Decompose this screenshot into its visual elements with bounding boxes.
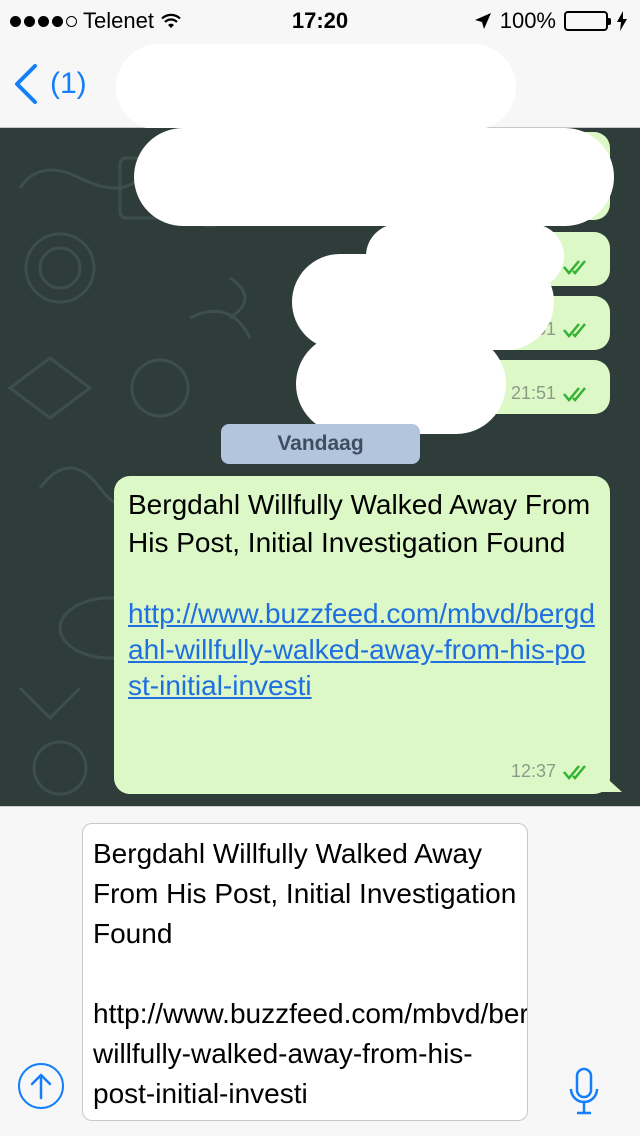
- unread-count: (1): [50, 67, 87, 100]
- double-check-icon: [563, 322, 586, 338]
- double-check-icon: [563, 260, 586, 275]
- message-time: 12:37: [510, 761, 556, 781]
- battery-icon: [564, 11, 611, 31]
- arrow-up-icon: [30, 1073, 52, 1100]
- message-bubble[interactable]: Bergdahl Willfully Walked Away From His …: [114, 476, 622, 794]
- double-check-icon: [563, 764, 586, 780]
- message-meta: 21:51: [511, 383, 594, 404]
- date-separator: Vandaag: [221, 424, 420, 464]
- message-link[interactable]: http://www.buzzfeed.com/mbvd/bergdahl-wi…: [128, 596, 596, 704]
- battery-percent: 100%: [499, 8, 556, 33]
- back-button[interactable]: (1): [14, 64, 87, 104]
- status-right: 100%: [474, 8, 628, 34]
- message-input[interactable]: Bergdahl Willfully Walked Away From His …: [82, 823, 528, 1121]
- share-button[interactable]: [18, 1063, 64, 1109]
- chevron-left-icon: [15, 64, 37, 104]
- message-time: 21:51: [510, 383, 556, 403]
- navigation-bar: (1): [0, 40, 640, 130]
- double-check-icon: [563, 386, 586, 402]
- message-text: Bergdahl Willfully Walked Away From His …: [128, 489, 591, 558]
- message-input-bar: Bergdahl Willfully Walked Away From His …: [0, 806, 640, 1136]
- message-meta: 12:37: [511, 761, 594, 782]
- contact-name-redacted[interactable]: [116, 44, 516, 130]
- message-redacted: [134, 128, 614, 226]
- message-redacted: [296, 334, 506, 434]
- location-arrow-icon: [474, 13, 491, 29]
- status-bar: Telenet 17:20 100%: [0, 0, 640, 40]
- chat-area[interactable]: 21:51 21:51 Vandaag Bergdahl Willfully W…: [0, 128, 640, 806]
- microphone-icon[interactable]: [568, 1067, 600, 1117]
- charging-bolt-icon: [617, 11, 627, 31]
